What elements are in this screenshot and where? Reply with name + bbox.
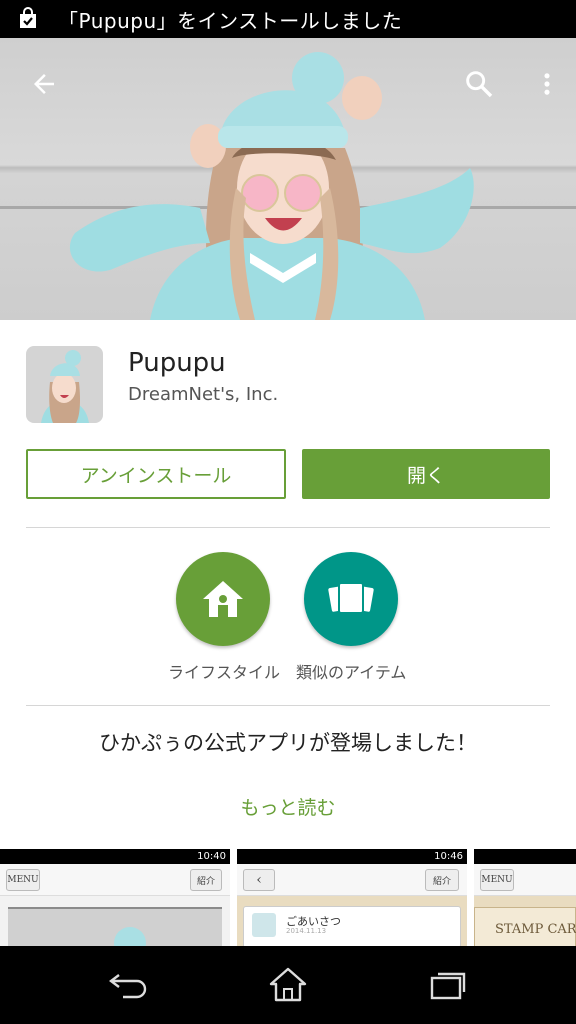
lifestyle-category-label[interactable]: ライフスタイル <box>168 659 280 683</box>
recent-apps-icon <box>430 972 466 1000</box>
screenshot-post-date: 2014.11.13 <box>286 927 327 935</box>
search-button[interactable] <box>457 62 501 106</box>
back-button[interactable] <box>22 62 66 106</box>
overflow-menu-button[interactable] <box>525 62 569 106</box>
screenshot-photo <box>8 907 222 946</box>
home-icon <box>203 581 243 617</box>
screenshot-thumbnail[interactable]: 10:46 ‹ 紹介 ごあいさつ 2014.11.13 <box>237 849 467 946</box>
search-icon <box>466 71 493 98</box>
similar-items-label[interactable]: 類似のアイテム <box>296 659 406 683</box>
screenshot-status-time: 10:40 <box>0 849 230 864</box>
divider <box>26 705 550 706</box>
similar-items-icon <box>328 582 374 614</box>
screenshot-avatar <box>252 913 276 937</box>
screenshot-menu-button: MENU <box>6 869 40 891</box>
navigation-bar <box>0 946 576 1024</box>
screenshot-thumbnail[interactable]: 10:40 MENU 紹介 <box>0 849 230 946</box>
screenshot-thumbnail[interactable]: MENU STAMP CARD <box>474 849 576 946</box>
screenshot-back-icon: ‹ <box>243 869 275 891</box>
hero-banner <box>0 38 576 320</box>
uninstall-button[interactable]: アンインストール <box>26 449 286 499</box>
screenshot-intro-button: 紹介 <box>425 869 459 891</box>
developer-name[interactable]: DreamNet's, Inc. <box>128 384 278 405</box>
back-arrow-icon <box>34 74 54 94</box>
screenshot-stamp-card: STAMP CARD <box>474 907 576 946</box>
lifestyle-category-badge[interactable] <box>176 552 270 646</box>
open-button[interactable]: 開く <box>302 449 550 499</box>
read-more-link[interactable]: もっと読む <box>0 793 576 820</box>
screenshot-status-time: 10:46 <box>237 849 467 864</box>
similar-items-badge[interactable] <box>304 552 398 646</box>
home-outline-icon <box>269 967 307 1002</box>
nav-recents-button[interactable] <box>426 964 470 1004</box>
screenshot-menu-button: MENU <box>480 869 514 891</box>
back-icon <box>109 974 147 999</box>
app-icon-image <box>26 346 103 423</box>
divider <box>26 527 550 528</box>
shopping-bag-check-icon <box>20 7 36 28</box>
nav-home-button[interactable] <box>266 964 310 1004</box>
app-title: Pupupu <box>128 348 226 378</box>
app-description: ひかぷぅの公式アプリが登場しました！ <box>99 731 477 755</box>
app-icon <box>26 346 103 423</box>
screenshot-intro-button: 紹介 <box>190 869 222 891</box>
screenshot-post-card: ごあいさつ 2014.11.13 <box>243 906 461 946</box>
install-notification-text: 「Pupupu」をインストールしました <box>58 8 403 33</box>
status-bar: 「Pupupu」をインストールしました <box>0 0 576 38</box>
nav-back-button[interactable] <box>106 964 150 1004</box>
screenshot-status-time <box>474 849 576 864</box>
more-vert-icon <box>544 73 550 95</box>
